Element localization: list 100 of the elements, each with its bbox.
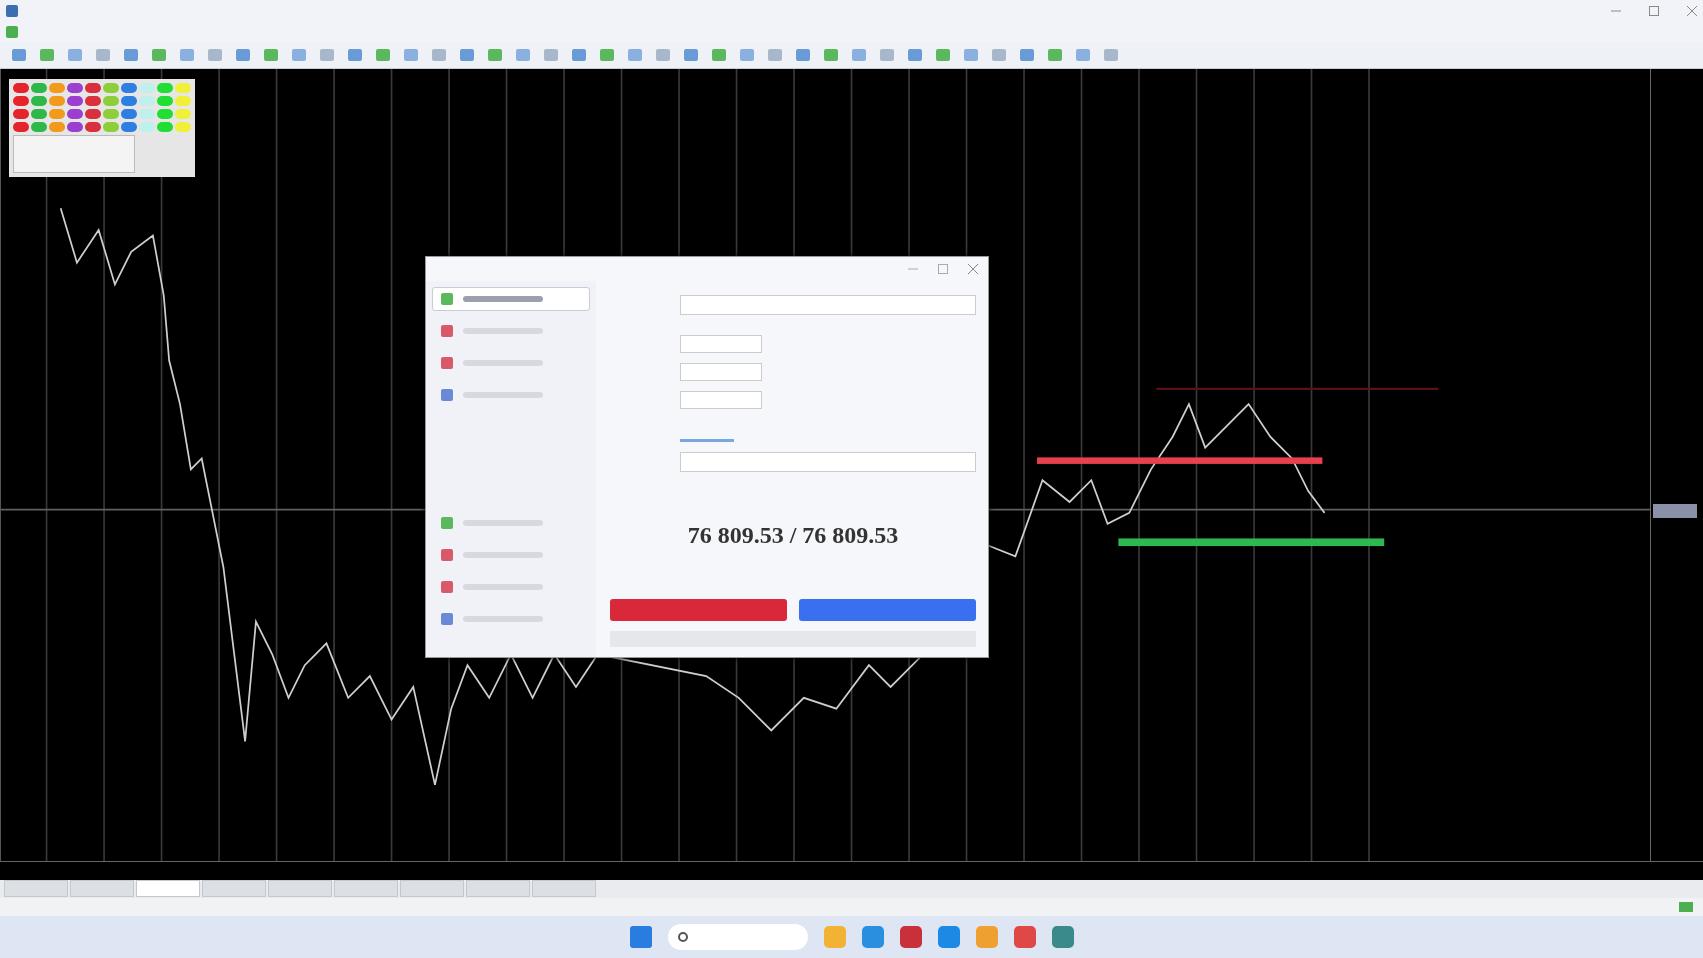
toolbar-icon[interactable] [432,49,446,61]
toolbar-icon[interactable] [1020,49,1034,61]
color-swatch[interactable] [121,109,137,119]
color-swatch[interactable] [49,109,65,119]
color-swatch[interactable] [85,96,101,106]
chart-tab[interactable] [532,880,596,897]
order-button[interactable] [799,599,976,621]
toolbar-icon[interactable] [320,49,334,61]
color-swatch[interactable] [175,109,191,119]
toolbar-icon[interactable] [908,49,922,61]
color-swatch[interactable] [31,122,47,132]
taskbar-app-icon[interactable] [899,926,922,948]
color-swatch[interactable] [175,96,191,106]
start-icon[interactable] [629,926,652,948]
chart-tab[interactable] [268,880,332,897]
color-swatch[interactable] [13,96,29,106]
color-swatch[interactable] [85,83,101,93]
toolbar-icon[interactable] [516,49,530,61]
order-button[interactable] [610,599,787,621]
color-swatch[interactable] [49,96,65,106]
color-swatch[interactable] [49,83,65,93]
toolbar-icon[interactable] [880,49,894,61]
color-swatch[interactable] [157,122,173,132]
toolbar-icon[interactable] [348,49,362,61]
chart-tab[interactable] [4,880,68,897]
color-swatch[interactable] [13,83,29,93]
toolbar-icon[interactable] [740,49,754,61]
toolbar-icon[interactable] [1104,49,1118,61]
color-swatch[interactable] [67,109,83,119]
toolbar-icon[interactable] [40,49,54,61]
toolbar-icon[interactable] [12,49,26,61]
color-swatch[interactable] [13,122,29,132]
toolbar-icon[interactable] [264,49,278,61]
toolbar-icon[interactable] [684,49,698,61]
fill-type-dropdown[interactable] [680,452,976,472]
chart-tab[interactable] [202,880,266,897]
color-swatch[interactable] [139,109,155,119]
color-swatch[interactable] [85,122,101,132]
taskbar-app-icon[interactable] [1013,926,1036,948]
chart-tab[interactable] [400,880,464,897]
toolbar-icon[interactable] [628,49,642,61]
toolbar-icon[interactable] [768,49,782,61]
color-swatch[interactable] [121,96,137,106]
chart-tab[interactable] [466,880,530,897]
color-swatch[interactable] [13,109,29,119]
close-icon[interactable] [1687,6,1697,16]
color-swatch[interactable] [139,96,155,106]
chart-tab[interactable] [136,880,200,897]
color-swatch[interactable] [31,109,47,119]
toolbar-icon[interactable] [600,49,614,61]
close-icon[interactable] [968,264,978,274]
chart-tab[interactable] [70,880,134,897]
maximize-icon[interactable] [1649,6,1659,16]
symbol-dropdown[interactable] [680,295,976,315]
toolbar-icon[interactable] [992,49,1006,61]
color-swatch[interactable] [31,96,47,106]
toolbar-icon[interactable] [292,49,306,61]
search-field[interactable] [667,924,808,950]
toolbar-icon[interactable] [852,49,866,61]
color-swatch[interactable] [175,122,191,132]
toolbar-icon[interactable] [488,49,502,61]
taskbar-app-icon[interactable] [937,926,960,948]
toolbar-icon[interactable] [572,49,586,61]
toolbar-icon[interactable] [964,49,978,61]
taskbar-app-icon[interactable] [1051,926,1074,948]
toolbar-icon[interactable] [68,49,82,61]
toolbar-icon[interactable] [96,49,110,61]
color-swatch[interactable] [139,122,155,132]
color-swatch[interactable] [67,96,83,106]
color-swatch[interactable] [31,83,47,93]
maximize-icon[interactable] [938,264,948,274]
toolbar-icon[interactable] [1048,49,1062,61]
toolbar-icon[interactable] [376,49,390,61]
toolbar-icon[interactable] [656,49,670,61]
toolbar-icon[interactable] [796,49,810,61]
take-profit-field[interactable] [680,391,762,409]
taskbar-app-icon[interactable] [861,926,884,948]
toolbar-icon[interactable] [936,49,950,61]
toolbar-icon[interactable] [152,49,166,61]
toolbar-icon[interactable] [180,49,194,61]
color-swatch[interactable] [157,109,173,119]
color-swatch[interactable] [67,83,83,93]
color-swatch[interactable] [157,83,173,93]
toolbar-icon[interactable] [208,49,222,61]
volume-field[interactable] [680,335,762,353]
color-swatch[interactable] [103,122,119,132]
color-swatch[interactable] [175,83,191,93]
link[interactable] [680,439,734,442]
color-swatch[interactable] [157,96,173,106]
color-swatch[interactable] [85,109,101,119]
stop-loss-field[interactable] [680,363,762,381]
toolbar-icon[interactable] [124,49,138,61]
chart-tab[interactable] [334,880,398,897]
color-swatch[interactable] [121,83,137,93]
toolbar-icon[interactable] [544,49,558,61]
toolbar-icon[interactable] [460,49,474,61]
color-swatch[interactable] [49,122,65,132]
sidebar-item[interactable] [432,287,590,311]
toolbar-icon[interactable] [712,49,726,61]
toolbar-icon[interactable] [236,49,250,61]
